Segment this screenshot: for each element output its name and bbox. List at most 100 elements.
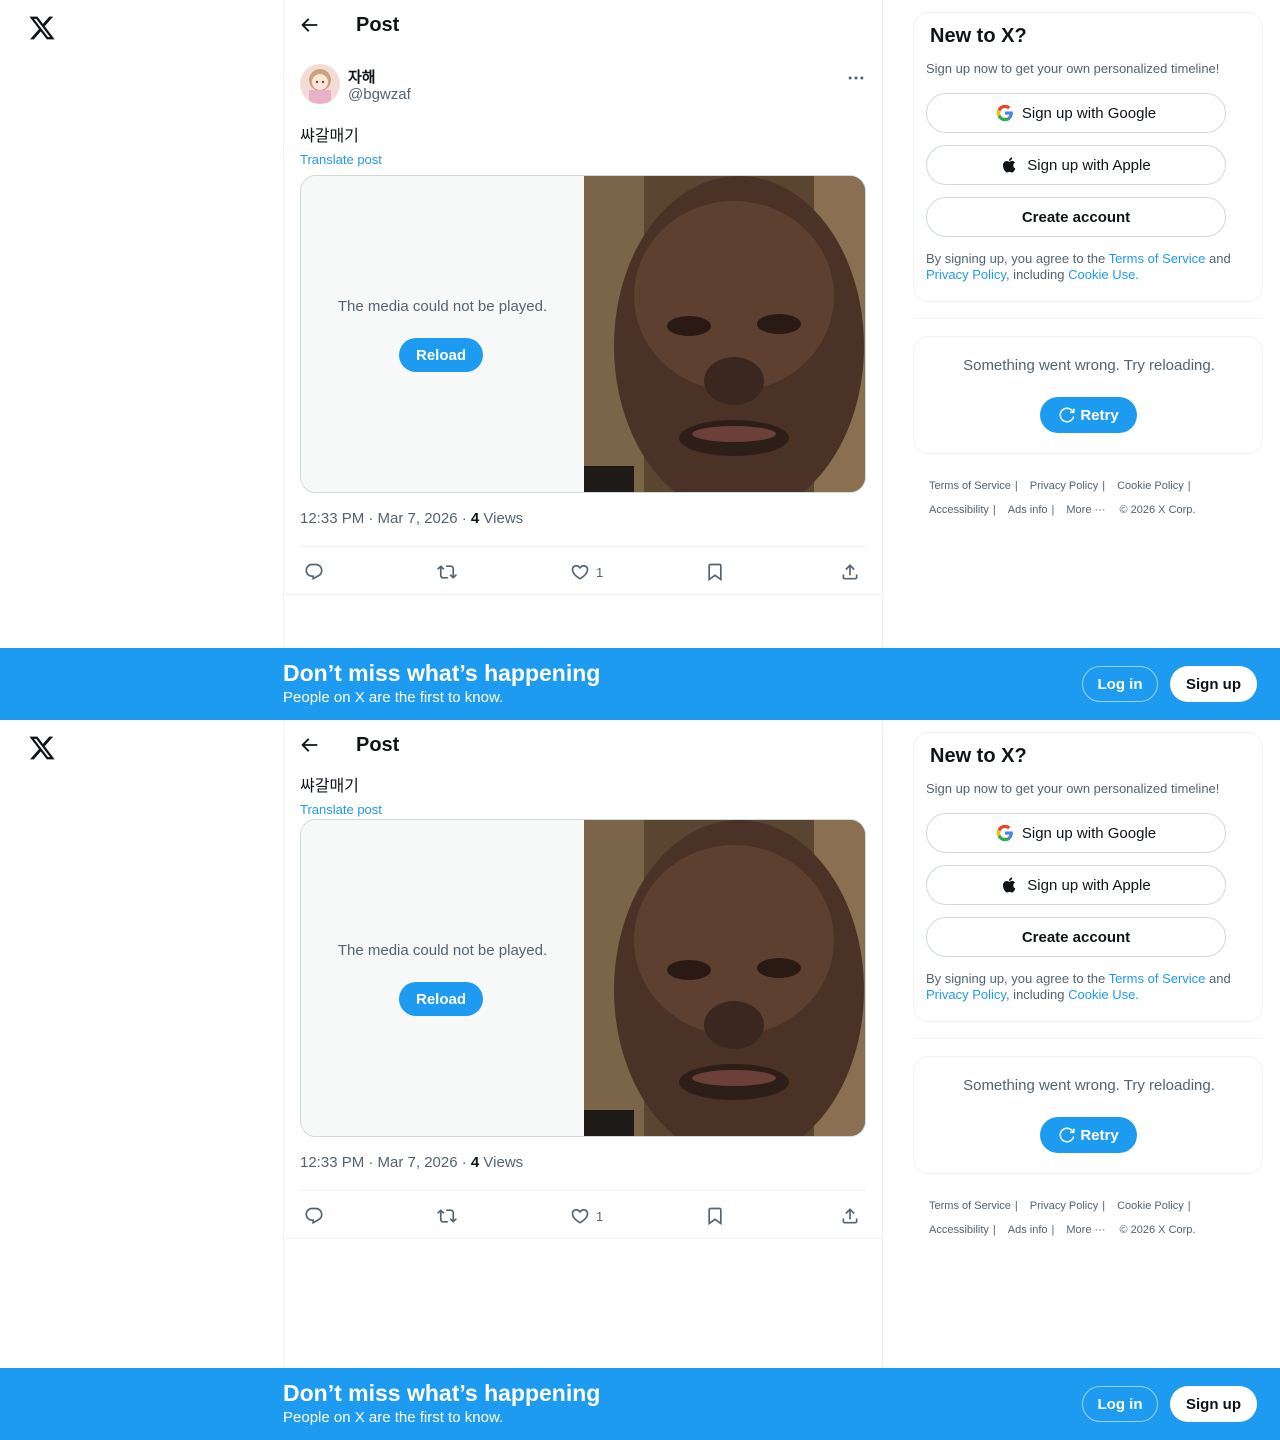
views-label: Views — [479, 510, 524, 527]
post-actions: 1 — [300, 1204, 866, 1228]
screen-frame-top: Post 자해 @bgwzaf 쌰갈매기 Translate post The … — [0, 0, 1280, 720]
login-button[interactable]: Log in — [1082, 666, 1158, 702]
like-button[interactable]: 1 — [570, 1204, 603, 1228]
footer-accessibility-link[interactable]: Accessibility — [929, 504, 989, 516]
post-body: 자해 @bgwzaf 쌰갈매기 Translate post — [300, 64, 866, 167]
separator: | — [1187, 480, 1191, 492]
privacy-link[interactable]: Privacy Policy — [926, 987, 1006, 1002]
refresh-icon — [1059, 1127, 1075, 1143]
reply-icon[interactable] — [304, 1204, 324, 1228]
post-timestamp: 12:33 PM · Mar 7, 2026 · 4 Views — [300, 510, 523, 527]
signup-subtitle: Sign up now to get your own personalized… — [926, 781, 1220, 796]
media-image[interactable] — [584, 176, 865, 492]
separator: | — [1051, 1224, 1055, 1236]
footer-ads-link[interactable]: Ads info — [1008, 1224, 1048, 1236]
repost-icon[interactable] — [437, 560, 457, 584]
primary-column: Post 쌰갈매기 Translate post The media could… — [283, 720, 883, 1440]
post-text: 쌰갈매기 — [300, 126, 359, 145]
footer-terms-link[interactable]: Terms of Service — [929, 1200, 1011, 1212]
post-media: The media could not be played. Reload — [300, 819, 866, 1137]
footer-links: Terms of Service | Privacy Policy | Cookie P… — [929, 1194, 1249, 1242]
banner-subtitle: People on X are the first to know. — [283, 1409, 504, 1426]
legal-including: , including — [1005, 267, 1069, 282]
like-button[interactable]: 1 — [570, 560, 603, 584]
create-account-button[interactable]: Create account — [926, 917, 1226, 957]
separator: | — [992, 504, 996, 516]
footer-privacy-link[interactable]: Privacy Policy — [1030, 480, 1098, 492]
google-signup-button[interactable]: Sign up with Google — [926, 93, 1226, 133]
separator: | — [992, 1224, 996, 1236]
divider — [913, 318, 1263, 319]
media-image[interactable] — [584, 820, 865, 1136]
apple-signup-button[interactable]: Sign up with Apple — [926, 145, 1226, 185]
retry-label: Retry — [1080, 1126, 1119, 1144]
footer-privacy-link[interactable]: Privacy Policy — [1030, 1200, 1098, 1212]
signup-card: New to X? Sign up now to get your own pe… — [913, 12, 1263, 302]
author-row: 자해 @bgwzaf — [300, 64, 866, 108]
footer-more-link[interactable]: More ··· — [1066, 504, 1105, 516]
page-title: Post — [356, 734, 400, 756]
separator: | — [1102, 1200, 1106, 1212]
likes-count: 1 — [596, 564, 604, 580]
google-icon — [996, 104, 1013, 122]
banner-subtitle: People on X are the first to know. — [283, 689, 504, 706]
post-time[interactable]: 12:33 PM · Mar 7, 2026 · — [300, 1154, 471, 1171]
media-error-panel: The media could not be played. Reload — [301, 176, 584, 492]
privacy-link[interactable]: Privacy Policy — [926, 267, 1006, 282]
back-arrow-icon[interactable] — [298, 14, 324, 40]
share-icon[interactable] — [840, 1204, 860, 1228]
media-error-text: The media could not be played. — [337, 298, 548, 315]
share-icon[interactable] — [840, 560, 860, 584]
footer-cookie-link[interactable]: Cookie Policy — [1117, 1200, 1184, 1212]
google-signup-label: Sign up with Google — [1021, 824, 1157, 842]
reply-icon[interactable] — [304, 560, 324, 584]
repost-icon[interactable] — [437, 1204, 457, 1228]
x-logo-icon[interactable] — [28, 734, 56, 762]
google-signup-button[interactable]: Sign up with Google — [926, 813, 1226, 853]
translate-post-link[interactable]: Translate post — [300, 152, 866, 167]
legal-text: By signing up, you agree to the Terms of… — [926, 971, 1256, 1003]
create-account-button[interactable]: Create account — [926, 197, 1226, 237]
apple-signup-button[interactable]: Sign up with Apple — [926, 865, 1226, 905]
post-media: The media could not be played. Reload — [300, 175, 866, 493]
signup-button[interactable]: Sign up — [1170, 666, 1257, 702]
error-message: Something went wrong. Try reloading. — [963, 357, 1215, 374]
trends-error-card: Something went wrong. Try reloading. Ret… — [913, 1056, 1263, 1174]
retry-button[interactable]: Retry — [1040, 397, 1137, 433]
back-arrow-icon[interactable] — [298, 734, 324, 760]
cookie-link[interactable]: Cookie Use. — [1068, 267, 1139, 282]
copyright: © 2026 X Corp. — [1119, 504, 1196, 516]
bookmark-icon[interactable] — [705, 560, 725, 584]
signup-button[interactable]: Sign up — [1170, 1386, 1257, 1422]
footer-more-link[interactable]: More ··· — [1066, 1224, 1105, 1236]
footer-terms-link[interactable]: Terms of Service — [929, 480, 1011, 492]
post-timestamp: 12:33 PM · Mar 7, 2026 · 4 Views — [300, 1154, 523, 1171]
separator: | — [1187, 1200, 1191, 1212]
cookie-link[interactable]: Cookie Use. — [1068, 987, 1139, 1002]
footer-ads-link[interactable]: Ads info — [1008, 504, 1048, 516]
x-logo-icon[interactable] — [28, 14, 56, 42]
legal-including: , including — [1005, 987, 1069, 1002]
user-handle[interactable]: @bgwzaf — [348, 86, 411, 103]
copyright: © 2026 X Corp. — [1119, 1224, 1196, 1236]
terms-link[interactable]: Terms of Service — [1109, 971, 1206, 986]
reload-button[interactable]: Reload — [399, 982, 483, 1016]
error-message: Something went wrong. Try reloading. — [963, 1077, 1215, 1094]
terms-link[interactable]: Terms of Service — [1109, 251, 1206, 266]
bookmark-icon[interactable] — [705, 1204, 725, 1228]
legal-and: and — [1205, 971, 1231, 986]
more-options-icon[interactable] — [846, 68, 866, 88]
translate-post-link[interactable]: Translate post — [300, 802, 866, 817]
avatar[interactable] — [300, 64, 340, 104]
footer-cookie-link[interactable]: Cookie Policy — [1117, 480, 1184, 492]
display-name[interactable]: 자해 — [348, 66, 376, 87]
post-time[interactable]: 12:33 PM · Mar 7, 2026 · — [300, 510, 471, 527]
media-error-panel: The media could not be played. Reload — [301, 820, 584, 1136]
signup-title: New to X? — [930, 25, 1027, 47]
login-button[interactable]: Log in — [1082, 1386, 1158, 1422]
signup-subtitle: Sign up now to get your own personalized… — [926, 61, 1220, 76]
retry-button[interactable]: Retry — [1040, 1117, 1137, 1153]
divider — [300, 1190, 866, 1191]
reload-button[interactable]: Reload — [399, 338, 483, 372]
footer-accessibility-link[interactable]: Accessibility — [929, 1224, 989, 1236]
